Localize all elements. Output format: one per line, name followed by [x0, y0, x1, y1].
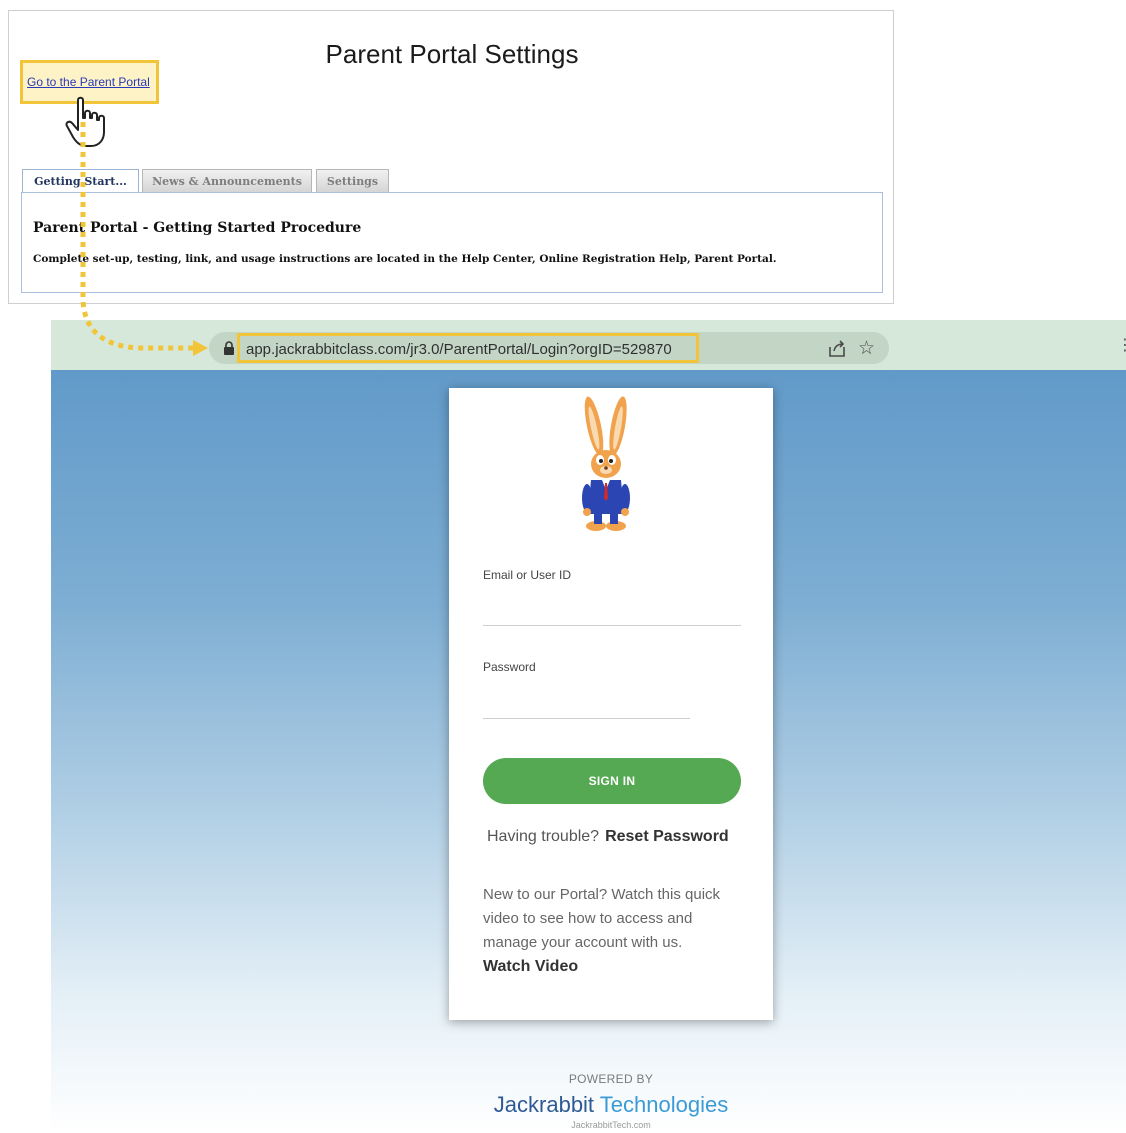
login-card: Email or User ID Password SIGN IN Having… [449, 388, 773, 1020]
tab-news-announcements[interactable]: News & Announcements [142, 169, 312, 192]
watch-video-link[interactable]: Watch Video [483, 958, 578, 976]
address-bar[interactable]: app.jackrabbitclass.com/jr3.0/ParentPort… [209, 332, 889, 364]
browser-window: app.jackrabbitclass.com/jr3.0/ParentPort… [51, 320, 1126, 1133]
go-to-parent-portal-link[interactable]: Go to the Parent Portal [27, 75, 150, 89]
tab-content-panel: Parent Portal - Getting Started Procedur… [21, 192, 883, 293]
reset-password-link[interactable]: Reset Password [605, 828, 729, 845]
brand-url: JackrabbitTech.com [571, 1120, 651, 1130]
lock-icon [224, 341, 234, 355]
more-icon[interactable]: ⋮ [1117, 332, 1126, 358]
trouble-text: Having trouble? [487, 828, 600, 845]
brand-main: Jackrabbit [493, 1092, 595, 1117]
brand-logo: Jackrabbit Technologies [51, 1092, 1126, 1118]
hand-pointer-icon [65, 96, 105, 147]
password-label: Password [483, 660, 536, 674]
share-icon[interactable] [826, 338, 848, 360]
trouble-row: Having trouble? Reset Password [487, 828, 729, 846]
brand-second: Technologies [594, 1092, 729, 1117]
content-heading: Parent Portal - Getting Started Procedur… [33, 220, 362, 236]
email-field[interactable] [483, 601, 741, 626]
content-text: Complete set-up, testing, link, and usag… [33, 253, 777, 265]
email-label: Email or User ID [483, 568, 572, 582]
video-description: New to our Portal? Watch this quick vide… [483, 886, 721, 951]
tab-settings[interactable]: Settings [316, 169, 389, 192]
powered-by-label: POWERED BY [568, 1072, 654, 1086]
password-field[interactable] [483, 694, 690, 719]
url-highlight: app.jackrabbitclass.com/jr3.0/ParentPort… [237, 333, 699, 363]
jackrabbit-mascot-logo [582, 396, 630, 531]
sign-in-button[interactable]: SIGN IN [483, 758, 741, 804]
star-icon[interactable]: ☆ [858, 335, 875, 361]
tab-getting-started[interactable]: Getting Start... [22, 169, 139, 194]
url-text[interactable]: app.jackrabbitclass.com/jr3.0/ParentPort… [246, 341, 672, 358]
parent-portal-settings-panel: Parent Portal Settings Go to the Parent … [8, 10, 894, 304]
browser-toolbar: app.jackrabbitclass.com/jr3.0/ParentPort… [51, 320, 1126, 370]
